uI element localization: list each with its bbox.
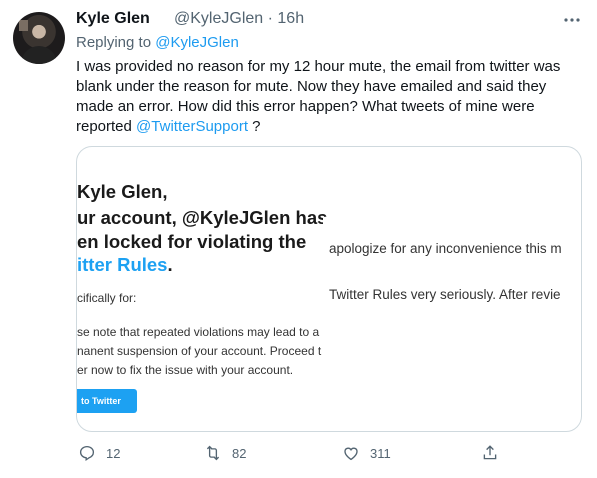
tweet-text-suffix: ? <box>247 118 261 135</box>
email-punct: . <box>167 254 173 275</box>
retweet-icon <box>206 445 220 461</box>
tweet-actions: 12 82 311 <box>76 444 516 466</box>
email-note: se note that repeated violations may lea… <box>77 325 320 339</box>
avatar[interactable] <box>13 12 65 64</box>
email-screenshot-right: apologize for any inconvenience this m T… <box>323 217 581 307</box>
like-icon <box>344 447 358 461</box>
share-icon <box>483 445 497 460</box>
author-name[interactable]: Kyle Glen <box>76 10 150 28</box>
twitter-rules-link: itter Rules <box>77 254 168 275</box>
email-button: to Twitter <box>77 389 137 413</box>
reply-count: 12 <box>106 445 121 461</box>
mention-link[interactable]: @TwitterSupport <box>136 118 248 135</box>
avatar-shirt <box>21 46 57 64</box>
email-line: en locked for violating the <box>77 231 307 252</box>
more-icon[interactable] <box>563 11 581 29</box>
reply-button[interactable]: 12 <box>78 444 120 462</box>
author-handle-and-time: @KyleJGlen · 16h <box>174 10 304 28</box>
replying-handle-link[interactable]: @KyleJGlen <box>155 34 239 51</box>
email-screenshot-left: Kyle Glen, ur account, @KyleJGlen has en… <box>77 147 331 431</box>
tweet-body: I was provided no reason for my 12 hour … <box>76 57 576 137</box>
email-specific: cifically for: <box>77 291 137 305</box>
author-handle[interactable]: @KyleJGlen <box>174 10 263 27</box>
tweet-time[interactable]: 16h <box>277 10 304 27</box>
email-right-line: apologize for any inconvenience this m <box>329 241 562 256</box>
email-line: itter Rules. <box>77 254 173 276</box>
email-line: ur account, @KyleJGlen has <box>77 207 328 228</box>
email-note: er now to fix the issue with your accoun… <box>77 363 294 377</box>
email-right-line: Twitter Rules very seriously. After revi… <box>329 287 561 302</box>
separator: · <box>267 10 273 27</box>
share-button[interactable] <box>481 444 509 462</box>
email-note: nanent suspension of your account. Proce… <box>77 344 322 358</box>
retweet-count: 82 <box>232 445 247 461</box>
replying-prefix: Replying to <box>76 34 152 51</box>
replying-to: Replying to @KyleJGlen <box>76 34 239 51</box>
avatar-background-frame <box>19 20 28 31</box>
reply-icon <box>79 445 95 462</box>
like-count: 311 <box>370 445 391 461</box>
email-greeting: Kyle Glen, <box>77 181 168 202</box>
retweet-button[interactable]: 82 <box>204 444 246 462</box>
like-button[interactable]: 311 <box>342 444 391 462</box>
media-card[interactable]: Kyle Glen, ur account, @KyleJGlen has en… <box>76 146 582 432</box>
